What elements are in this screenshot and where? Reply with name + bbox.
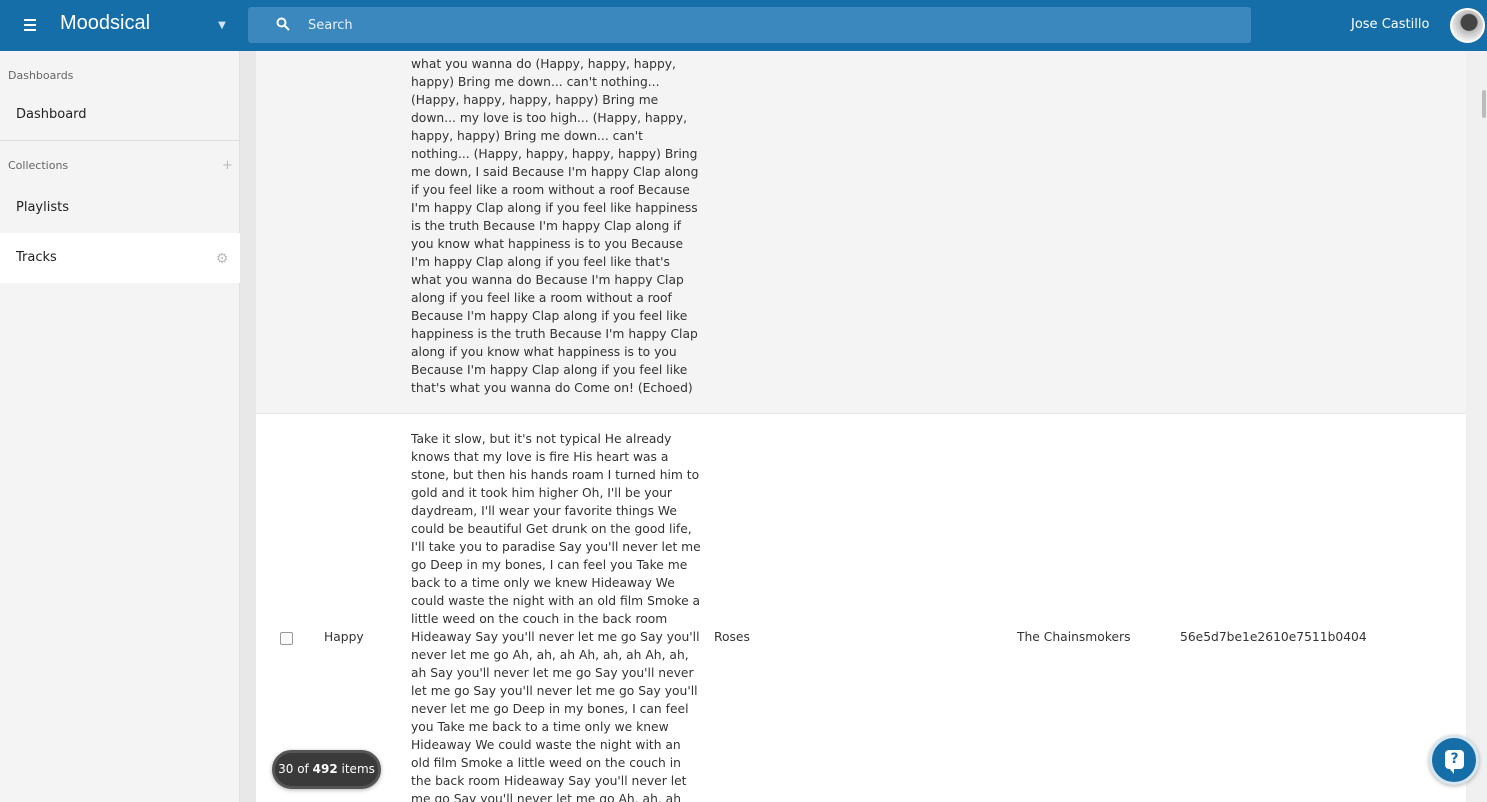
search-box	[248, 7, 1251, 43]
user-name[interactable]: Jose Castillo	[1351, 17, 1429, 32]
hamburger-menu-icon[interactable]	[20, 16, 40, 36]
lyrics-cell: what you wanna do (Happy, happy, happy, …	[411, 57, 699, 395]
row-checkbox[interactable]	[280, 632, 293, 645]
app-title[interactable]: Moodsical	[60, 12, 150, 35]
mood-cell: Happy	[324, 630, 364, 644]
top-bar: Moodsical ▼ Jose Castillo	[0, 0, 1487, 51]
sidebar-divider	[0, 140, 240, 141]
main-content: what you wanna do (Happy, happy, happy, …	[240, 51, 1487, 802]
items-of-label: of	[297, 762, 309, 776]
table-row[interactable]: what you wanna do (Happy, happy, happy, …	[256, 51, 1466, 413]
sidebar-item-dashboard[interactable]: Dashboard	[0, 90, 240, 140]
items-total: 492	[312, 762, 338, 776]
sidebar-item-playlists[interactable]: Playlists	[0, 183, 240, 233]
sidebar-section-dashboards: Dashboards	[8, 69, 74, 82]
items-shown: 30	[278, 762, 294, 776]
items-count-badge: 30 of 492 items	[272, 750, 381, 789]
help-chat-icon: ?	[1445, 750, 1464, 774]
table-row[interactable]: Happy Take it slow, but it's not typical…	[256, 414, 1466, 802]
help-button[interactable]: ?	[1429, 735, 1479, 785]
sidebar-item-tracks[interactable]: Tracks	[0, 233, 240, 283]
items-label: items	[341, 762, 375, 776]
artist-cell: The Chainsmokers	[1017, 630, 1131, 644]
sidebar-section-collections: Collections	[8, 159, 69, 172]
search-icon	[276, 17, 290, 31]
scrollbar-thumb[interactable]	[1482, 90, 1486, 118]
sidebar: Dashboards Dashboard Collections + Playl…	[0, 51, 240, 802]
lyrics-cell: Take it slow, but it's not typical He al…	[411, 432, 701, 802]
search-input[interactable]	[308, 7, 1208, 43]
add-collection-plus-icon[interactable]: +	[222, 159, 233, 172]
title-cell: Roses	[714, 630, 750, 644]
avatar[interactable]	[1450, 8, 1485, 43]
gear-icon[interactable]: ⚙	[215, 252, 229, 266]
chevron-down-icon[interactable]: ▼	[215, 19, 229, 33]
sidebar-item-label: Tracks	[16, 250, 57, 265]
id-cell: 56e5d7be1e2610e7511b0404	[1180, 630, 1367, 644]
page-scrollbar[interactable]	[1466, 51, 1487, 802]
